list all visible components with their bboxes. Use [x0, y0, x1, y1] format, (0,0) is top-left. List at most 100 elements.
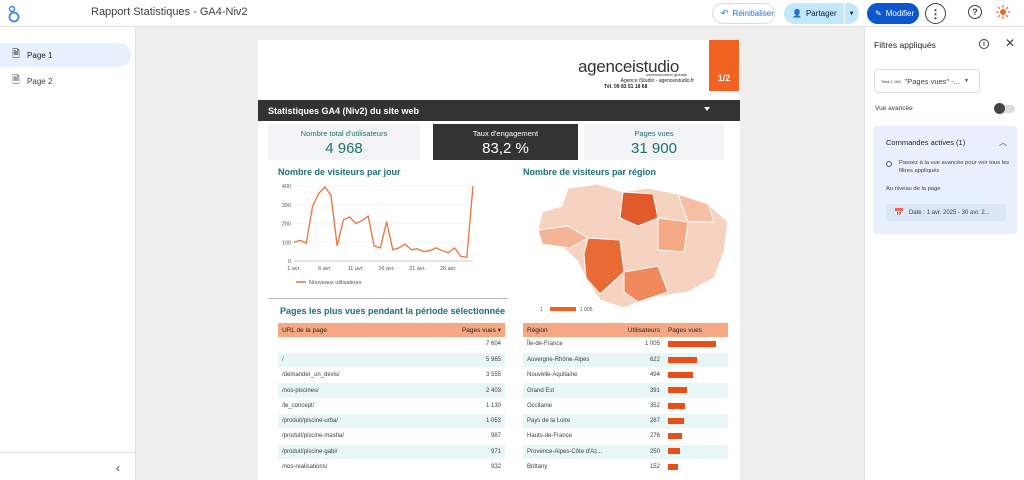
table-row[interactable]: Nouvelle-Aquitaine 494 — [523, 367, 728, 384]
kpi-total-users[interactable]: Nombre total d'utilisateurs 4 968 — [268, 124, 420, 160]
kpi-value: 31 900 — [631, 140, 677, 157]
page-views-cell: 971 — [413, 444, 505, 460]
filter-chip-label: "Pages vues" -... — [904, 76, 960, 86]
table-row[interactable]: Brittany 152 — [523, 459, 728, 476]
visitors-line-chart[interactable]: 0 100 200 300 400 1 avr. 6 avr. 11 avr. 16 avr. 2… — [278, 182, 478, 297]
account-avatar-icon[interactable] — [996, 5, 1010, 19]
advanced-view-hint: Passez à la vue avancée pour voir tous l… — [899, 160, 1010, 174]
collapse-nav-icon[interactable]: ‹ — [116, 461, 120, 475]
users-cell: 152 — [618, 459, 664, 476]
calendar-icon: 📅 — [894, 208, 904, 217]
users-cell: 250 — [618, 444, 664, 460]
table-row[interactable]: /5 965 — [278, 352, 505, 369]
pageviews-bar-cell — [663, 337, 728, 353]
share-separator — [843, 3, 845, 24]
page-url-cell: /nos-piscines/ — [278, 382, 414, 399]
pageviews-bar-cell — [663, 459, 728, 476]
advanced-view-label: Vue avancée — [875, 105, 913, 112]
x-tick-label: 1 avr. — [287, 266, 301, 272]
active-controls-card: Commandes actives (1) ︿ Passez à la vue … — [873, 126, 1017, 234]
sort-desc-icon[interactable]: ▾ — [498, 327, 501, 334]
users-cell: 622 — [618, 352, 664, 369]
region-map[interactable]: 1 1 005 — [528, 182, 732, 316]
date-range-control[interactable]: 📅 Date : 1 avr. 2025 - 30 avr. 2... — [886, 204, 1006, 221]
nav-page-2[interactable]: 🗎 Page 2 — [0, 69, 131, 93]
pageviews-bar — [667, 387, 687, 394]
reset-label: Réinitialiser — [732, 9, 774, 18]
table-row[interactable]: Grand Est 391 — [523, 382, 728, 399]
col-header-users[interactable]: Utilisateurs — [618, 323, 664, 337]
table-row[interactable]: /demander_un_devis/3 555 — [278, 367, 505, 384]
y-tick-label: 400 — [282, 184, 291, 190]
reset-button[interactable]: ↶ Réinitialiser — [712, 3, 775, 24]
page-views-cell: 1 130 — [413, 398, 505, 414]
info-icon[interactable]: i — [979, 39, 989, 49]
close-icon[interactable]: ✕ — [1005, 36, 1015, 50]
table-row[interactable]: 7 604 — [278, 337, 505, 353]
pageviews-bar — [667, 463, 678, 470]
region-cell: Provence-Alpes-Côte d'Az... — [523, 444, 619, 460]
edit-button[interactable]: ✎ Modifier — [867, 3, 919, 24]
page-url-cell: / — [278, 352, 414, 369]
map-region-shape — [657, 217, 689, 253]
region-cell: Île-de-France — [523, 337, 619, 353]
x-tick-label: 6 avr. — [318, 266, 332, 272]
page-views-cell: 987 — [413, 428, 505, 445]
pageviews-bar-cell — [663, 444, 728, 460]
kpi-engagement-rate[interactable]: Taux d'engagement 83,2 % — [433, 124, 578, 160]
page-url-cell: /produit/piscine-urba/ — [278, 413, 414, 430]
region-cell: Hauts-de-France — [523, 428, 619, 445]
top-pages-table[interactable]: URL de la page Pages vues ▾ 7 604/5 965/… — [278, 323, 505, 476]
page-views-cell: 1 053 — [413, 413, 505, 430]
pageviews-bar — [667, 448, 680, 455]
help-icon[interactable]: ? — [968, 5, 982, 19]
more-options-icon[interactable]: ⋮ — [925, 3, 946, 24]
looker-studio-logo-icon[interactable] — [7, 5, 21, 23]
map-legend-min: 1 — [540, 307, 543, 313]
table-row[interactable]: Île-de-France 1 005 — [523, 337, 728, 353]
dropdown-caret-icon[interactable] — [704, 107, 710, 111]
kpi-page-views[interactable]: Pages vues 31 900 — [584, 124, 724, 160]
table-row[interactable]: /produit/piscine-gabi/971 — [278, 444, 505, 460]
share-dropdown-icon[interactable]: ▼ — [849, 11, 855, 17]
pageviews-bar — [667, 341, 716, 348]
page-views-cell: 7 604 — [413, 337, 505, 353]
filters-panel: Filtres appliqués i ✕ Total 1,168 "Pages… — [864, 27, 1024, 480]
table-row[interactable]: /le_concept/1 130 — [278, 398, 505, 414]
pageviews-bar — [667, 356, 697, 363]
pageviews-bar — [667, 402, 685, 409]
table-row[interactable]: /produit/piscine-masha/987 — [278, 428, 505, 445]
page-url-cell: /le_concept/ — [278, 398, 414, 414]
regions-table[interactable]: Région Utilisateurs Pages vues Île-de-Fr… — [523, 323, 728, 476]
col-header-views[interactable]: Pages vues ▾ — [413, 323, 505, 337]
date-range-label: Date : 1 avr. 2025 - 30 avr. 2... — [908, 209, 990, 216]
section-header[interactable]: Statistiques GA4 (Niv2) du site web — [258, 100, 740, 121]
report-title[interactable]: Rapport Statistiques - GA4-Niv2 — [91, 6, 248, 18]
table-row[interactable]: /produit/piscine-urba/1 053 — [278, 413, 505, 430]
table-row[interactable]: Provence-Alpes-Côte d'Az... 250 — [523, 444, 728, 460]
users-cell: 391 — [618, 382, 664, 399]
col-header-pageviews[interactable]: Pages vues — [663, 323, 728, 337]
table-row[interactable]: /nos-realisations/932 — [278, 459, 505, 476]
x-tick-label: 16 avr. — [378, 266, 395, 272]
pageviews-bar — [667, 371, 693, 378]
col-header-region[interactable]: Région — [523, 323, 619, 337]
advanced-view-toggle[interactable] — [994, 103, 1015, 114]
table-row[interactable]: Occitanie 352 — [523, 398, 728, 414]
table-row[interactable]: Pays de la Loire 287 — [523, 413, 728, 430]
filter-chip[interactable]: Total 1,168 "Pages vues" -... ▼ — [874, 69, 980, 93]
chevron-up-icon[interactable]: ︿ — [999, 137, 1007, 148]
page-views-cell: 932 — [413, 459, 505, 476]
page-url-cell: /produit/piscine-gabi/ — [278, 444, 414, 460]
undo-icon: ↶ — [721, 8, 729, 18]
table-row[interactable]: /nos-piscines/2 403 — [278, 382, 505, 399]
nav-page-1[interactable]: 🗎 Page 1 — [0, 43, 131, 67]
col-header-url[interactable]: URL de la page — [278, 323, 414, 337]
y-tick-label: 300 — [282, 203, 291, 209]
edit-label: Modifier — [885, 9, 915, 18]
share-button[interactable]: 👤 Partager ▼ — [784, 3, 859, 24]
series-line[interactable] — [293, 185, 474, 259]
table-row[interactable]: Hauts-de-France 276 — [523, 428, 728, 445]
filter-chip-total: Total 1,168 — [881, 78, 901, 84]
table-row[interactable]: Auvergne-Rhône-Alpes 622 — [523, 352, 728, 369]
